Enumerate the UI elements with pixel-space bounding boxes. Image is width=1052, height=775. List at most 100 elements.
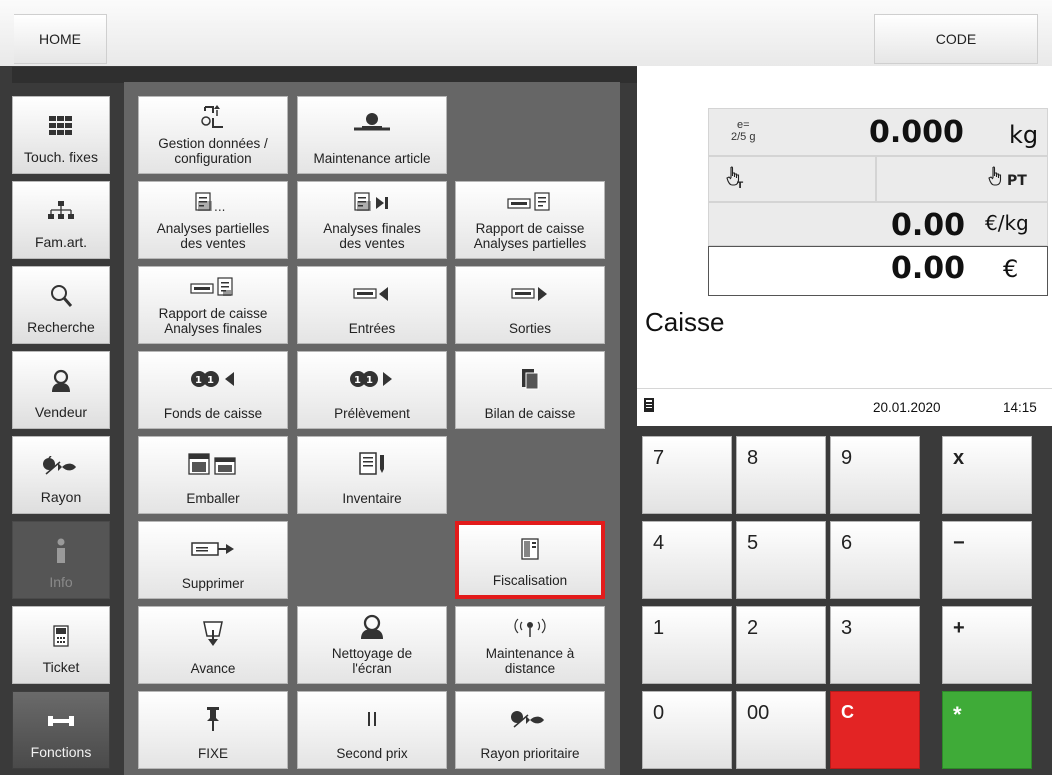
unit-price-unit: €/kg bbox=[985, 211, 1029, 235]
tile-label: Analyses finales des ventes bbox=[323, 221, 421, 251]
key-multiply[interactable]: x bbox=[942, 436, 1032, 514]
code-button[interactable]: CODE bbox=[874, 14, 1038, 64]
tile-label: Emballer bbox=[186, 491, 240, 506]
home-button[interactable]: HOME bbox=[14, 14, 107, 64]
sidebar-item-rayon[interactable]: Rayon bbox=[12, 436, 110, 514]
status-date: 20.01.2020 bbox=[873, 400, 941, 415]
sidebar-item-fonctions[interactable]: Fonctions bbox=[12, 691, 110, 769]
tile-priority-department[interactable]: Rayon prioritaire bbox=[455, 691, 605, 769]
svg-text:...: ... bbox=[214, 200, 225, 213]
key-2[interactable]: 2 bbox=[736, 606, 826, 684]
hierarchy-icon bbox=[48, 198, 74, 224]
unit-price-value: 0.00 bbox=[891, 208, 966, 243]
printer-icon bbox=[643, 397, 655, 416]
sidebar-item-label: Info bbox=[49, 574, 73, 590]
priority-department-icon bbox=[510, 692, 550, 746]
pause-icon bbox=[365, 692, 379, 746]
key-clear[interactable]: C bbox=[830, 691, 920, 769]
tile-inventory[interactable]: Inventaire bbox=[297, 436, 447, 514]
withdrawal-icon: 11 bbox=[349, 352, 395, 406]
hand-preset-tare-icon bbox=[987, 165, 1009, 194]
weight-row: e= 2/5 g 0.000 kg bbox=[708, 108, 1048, 156]
total-value: 0.00 bbox=[891, 251, 966, 286]
sidebar-item-vendeur[interactable]: Vendeur bbox=[12, 351, 110, 429]
pack-icon bbox=[187, 437, 239, 491]
cash-balance-icon bbox=[520, 352, 540, 406]
key-5[interactable]: 5 bbox=[736, 521, 826, 599]
key-enter[interactable]: * bbox=[942, 691, 1032, 769]
key-8[interactable]: 8 bbox=[736, 436, 826, 514]
tile-label: Maintenance article bbox=[313, 151, 431, 166]
sidebar-item-recherche[interactable]: Recherche bbox=[12, 266, 110, 344]
wrench-icon bbox=[46, 708, 76, 734]
data-config-icon bbox=[199, 97, 227, 136]
tile-label: Rayon prioritaire bbox=[480, 746, 580, 761]
key-7[interactable]: 7 bbox=[642, 436, 732, 514]
preset-tare-cell: PT bbox=[876, 156, 1048, 202]
status-time: 14:15 bbox=[1003, 400, 1037, 415]
tile-label: Rapport de caisse Analyses partielles bbox=[473, 221, 587, 251]
tile-label: Nettoyage de l'écran bbox=[331, 646, 413, 676]
grid-icon bbox=[49, 113, 73, 139]
tile-cash-in[interactable]: Entrées bbox=[297, 266, 447, 344]
sidebar-item-info: Info bbox=[12, 521, 110, 599]
tile-pin[interactable]: FIXE bbox=[138, 691, 288, 769]
tile-delete[interactable]: Supprimer bbox=[138, 521, 288, 599]
tile-screen-clean[interactable]: Nettoyage de l'écran bbox=[297, 606, 447, 684]
info-icon bbox=[54, 538, 68, 564]
key-minus[interactable]: − bbox=[942, 521, 1032, 599]
tile-pause[interactable]: Second prix bbox=[297, 691, 447, 769]
key-9[interactable]: 9 bbox=[830, 436, 920, 514]
tile-final-sales[interactable]: Analyses finales des ventes bbox=[297, 181, 447, 259]
cash-float-icon: 11 bbox=[190, 352, 236, 406]
tile-cash-balance[interactable]: Bilan de caisse bbox=[455, 351, 605, 429]
sidebar-item-ticket[interactable]: Ticket bbox=[12, 606, 110, 684]
sidebar-item-fam-art[interactable]: Fam.art. bbox=[12, 181, 110, 259]
svg-text:T: T bbox=[737, 181, 744, 189]
tile-label: Sorties bbox=[508, 321, 552, 336]
mode-title: Caisse bbox=[645, 307, 725, 337]
key-1[interactable]: 1 bbox=[642, 606, 732, 684]
tile-label: Maintenance à distance bbox=[485, 646, 575, 676]
key-4[interactable]: 4 bbox=[642, 521, 732, 599]
sidebar-item-label: Ticket bbox=[42, 659, 80, 675]
tile-label: Bilan de caisse bbox=[484, 406, 576, 421]
tile-label: Second prix bbox=[336, 746, 408, 761]
sidebar-item-label: Fonctions bbox=[30, 744, 92, 760]
key-3[interactable]: 3 bbox=[830, 606, 920, 684]
sidebar-item-label: Rayon bbox=[40, 489, 82, 505]
sidebar-item-label: Touch. fixes bbox=[24, 149, 98, 165]
tile-remote-maintenance[interactable]: Maintenance à distance bbox=[455, 606, 605, 684]
sidebar-item-label: Fam.art. bbox=[34, 234, 88, 250]
key-6[interactable]: 6 bbox=[830, 521, 920, 599]
key-plus[interactable]: + bbox=[942, 606, 1032, 684]
hand-tare-icon: T bbox=[725, 165, 745, 194]
tile-label: Entrées bbox=[348, 321, 396, 336]
tile-label: Fonds de caisse bbox=[163, 406, 263, 421]
panel-header-strip bbox=[12, 67, 637, 83]
cash-in-icon bbox=[352, 267, 392, 321]
key-double-zero[interactable]: 00 bbox=[736, 691, 826, 769]
tile-cash-float[interactable]: 1 1 Fonds de caisse bbox=[138, 351, 288, 429]
tile-cash-report-final[interactable]: Rapport de caisse Analyses finales bbox=[138, 266, 288, 344]
tile-label: Gestion données / configuration bbox=[158, 136, 268, 166]
tile-label: Analyses partielles des ventes bbox=[156, 221, 270, 251]
tile-data-config[interactable]: Gestion données / configuration bbox=[138, 96, 288, 174]
tile-fiscal[interactable]: Fiscalisation bbox=[455, 521, 605, 599]
sidebar-item-touch-fixes[interactable]: Touch. fixes bbox=[12, 96, 110, 174]
tile-partial-sales[interactable]: ... Analyses partielles des ventes bbox=[138, 181, 288, 259]
preset-tare-label: PT bbox=[1007, 173, 1027, 189]
tile-cash-out[interactable]: Sorties bbox=[455, 266, 605, 344]
tile-pack[interactable]: Emballer bbox=[138, 436, 288, 514]
tile-article-maintenance[interactable]: Maintenance article bbox=[297, 96, 447, 174]
tile-withdrawal[interactable]: 1 1 Prélèvement bbox=[297, 351, 447, 429]
tare-cell: T bbox=[708, 156, 876, 202]
article-maintenance-icon bbox=[352, 97, 392, 151]
key-0[interactable]: 0 bbox=[642, 691, 732, 769]
remote-maintenance-icon bbox=[510, 607, 550, 646]
cash-report-final-icon bbox=[189, 267, 237, 306]
search-icon bbox=[50, 283, 72, 309]
tile-cash-report-partial[interactable]: Rapport de caisse Analyses partielles bbox=[455, 181, 605, 259]
tile-feed[interactable]: Avance bbox=[138, 606, 288, 684]
cash-report-partial-icon bbox=[506, 182, 554, 221]
